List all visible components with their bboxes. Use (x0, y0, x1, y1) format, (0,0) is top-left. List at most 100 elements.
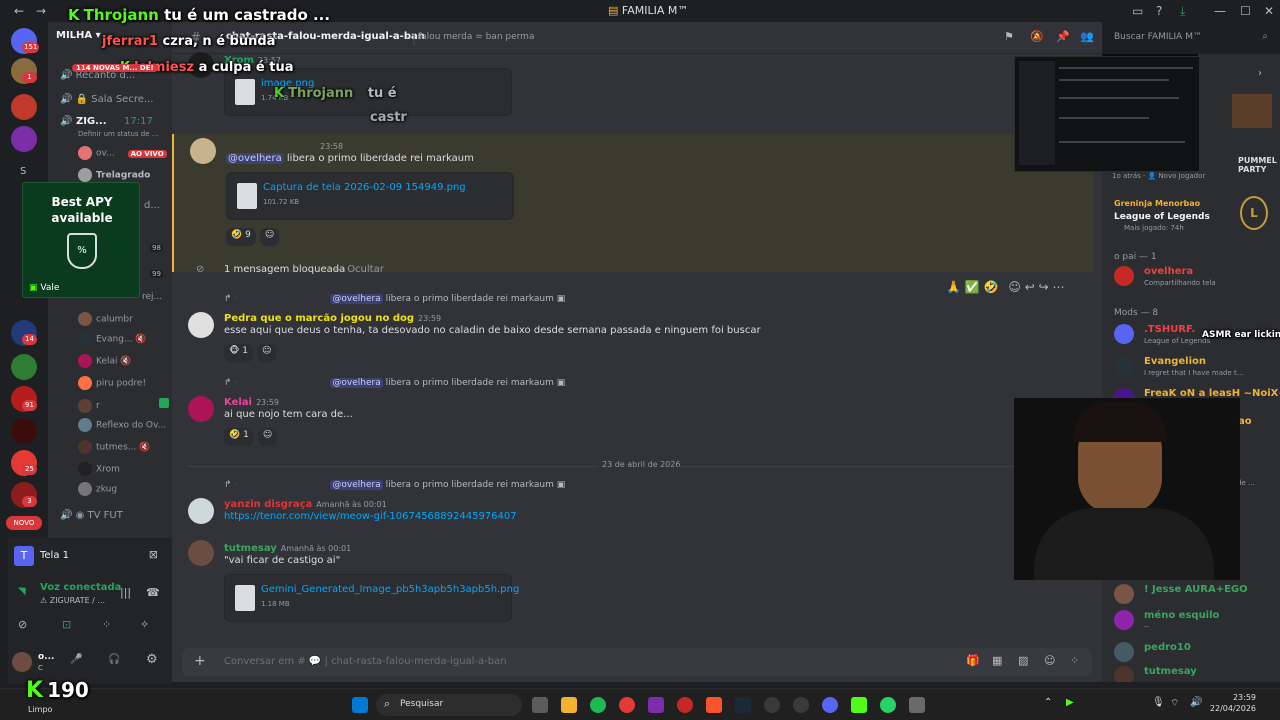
channel-topic[interactable]: falou merda = ban perma (418, 32, 534, 42)
search-bar[interactable]: Buscar FAMILIA M™ ⌕ (1108, 28, 1274, 48)
add-reaction-icon[interactable]: ☺ (259, 228, 280, 246)
voice-user-evangelion[interactable]: Evang... 🔇 (78, 332, 147, 352)
voice-user-r[interactable]: r (78, 398, 169, 418)
opera-icon[interactable] (677, 697, 693, 713)
app-icon[interactable] (648, 697, 664, 713)
soundboard-button-icon[interactable]: ✧ (140, 618, 168, 634)
reply-icon[interactable]: ↩ (1025, 280, 1035, 294)
apps-icon[interactable]: ⁘ (1070, 654, 1079, 667)
close-icon[interactable]: ✕ (1264, 4, 1274, 18)
camera-off-icon[interactable]: ⊘ (18, 618, 46, 634)
microphone-tray-icon[interactable]: 🎙 (1152, 697, 1165, 708)
new-messages-badge[interactable]: 114 NOVAS M... DE! (72, 64, 158, 72)
game-user[interactable]: Greninja Menorbao (1114, 199, 1200, 208)
voice-channel[interactable]: ⚠ ZIGURATE / ... (40, 596, 105, 605)
message-author[interactable]: yanzin disgraça (224, 499, 312, 510)
add-reaction-icon[interactable]: ☺ (257, 344, 277, 362)
pin-icon[interactable]: 📌 (1056, 30, 1070, 43)
app-icon[interactable] (909, 697, 925, 713)
voice-user-kelai[interactable]: Kelai 🔇 (78, 354, 132, 374)
file-attachment[interactable]: Captura de tela 2026-02-09 154949.png 101… (226, 172, 514, 220)
server-icon[interactable] (11, 94, 37, 120)
add-reaction-icon[interactable]: ☺ (1008, 280, 1021, 294)
reply-preview[interactable]: ↱ · @ovelhera libera o primo liberdade re… (224, 294, 565, 304)
stop-share-icon[interactable]: ⊠ (149, 548, 158, 561)
disconnect-icon[interactable]: ☎ (146, 586, 160, 599)
sticker-icon[interactable]: ▨ (1018, 654, 1028, 667)
user-avatar[interactable] (12, 652, 32, 672)
steam-icon[interactable] (735, 697, 751, 713)
chrome-icon[interactable] (619, 697, 635, 713)
app-icon[interactable] (793, 697, 809, 713)
avatar[interactable] (188, 312, 214, 338)
voice-user-reflexo[interactable]: Reflexo do Ov... (78, 418, 166, 438)
voice-user-piru[interactable]: piru podre! (78, 376, 146, 396)
notification-icon[interactable]: 🔕 (1030, 30, 1044, 43)
check-emoji-icon[interactable]: ✅ (965, 280, 980, 294)
share-screen-icon[interactable]: ⊡ (62, 618, 90, 634)
voice-user-xrom[interactable]: Xrom (78, 462, 120, 482)
file-name[interactable]: Gemini_Generated_Image_pb5h3apb5h3apb5h.… (261, 584, 519, 595)
maximize-icon[interactable]: ☐ (1240, 4, 1251, 18)
search-input[interactable]: Buscar FAMILIA M™ (1114, 32, 1202, 42)
discord-icon[interactable] (822, 697, 838, 713)
truncated-user[interactable]: rej... (142, 292, 162, 302)
tray-chevron-icon[interactable]: ⌃ (1044, 697, 1052, 708)
add-reaction-icon[interactable]: ☺ (257, 428, 278, 446)
gif-icon[interactable]: ▦ (992, 654, 1002, 667)
activities-icon[interactable]: ⁘ (102, 618, 130, 634)
file-explorer-icon[interactable] (561, 697, 577, 713)
channel-item-tv-fut[interactable]: 🔊 ◉ TV FUT (60, 510, 123, 528)
minimize-icon[interactable]: — (1214, 4, 1226, 18)
clock[interactable]: 23:59 22/04/2026 (1206, 692, 1256, 714)
members-icon[interactable]: 👥 (1080, 30, 1094, 43)
threads-icon[interactable]: ⚑ (1004, 30, 1014, 43)
soundboard-icon[interactable]: ||| (120, 586, 131, 599)
server-icon[interactable] (11, 418, 37, 444)
user-name[interactable]: o... (38, 652, 54, 662)
signal-icon[interactable]: ◥ (18, 586, 26, 597)
message-link[interactable]: https://tenor.com/view/meow-gif-10674568… (224, 511, 517, 522)
plus-icon[interactable]: + (194, 653, 206, 669)
message-composer[interactable]: + Conversar em # 💬 | chat-rasta-falou-me… (182, 648, 1092, 676)
forward-icon[interactable]: ↪ (1039, 280, 1049, 294)
weather-label[interactable]: Limpo (28, 705, 52, 714)
back-icon[interactable]: ← (14, 4, 24, 18)
file-attachment[interactable]: Gemini_Generated_Image_pb5h3apb5h3apb5h.… (224, 574, 519, 622)
message-author[interactable]: Pedra que o marcão jogou no dog (224, 313, 414, 324)
microphone-icon[interactable]: 🎤 (70, 654, 82, 665)
chevron-right-icon[interactable]: › (1258, 68, 1262, 79)
voice-user-ovelhera[interactable]: ov... AO VIVO (78, 146, 167, 166)
reaction[interactable]: 🐵 1 (224, 344, 254, 362)
server-letter[interactable]: S (20, 166, 26, 177)
avatar[interactable] (188, 396, 214, 422)
voice-user-calumbr[interactable]: calumbr (78, 312, 133, 332)
voice-user-zkug[interactable]: zkug (78, 482, 117, 502)
headset-icon[interactable]: 🎧 (108, 654, 120, 665)
app-icon[interactable] (764, 697, 780, 713)
avatar[interactable] (190, 138, 216, 164)
gift-icon[interactable]: 🎁 (966, 654, 980, 667)
tray-icon[interactable]: ▶ (1066, 697, 1074, 708)
voice-user-tutmesay[interactable]: tutmes... 🔇 (78, 440, 150, 460)
reaction[interactable]: 🤣 9 (226, 228, 256, 246)
download-icon[interactable]: ⤓ (1180, 4, 1185, 19)
avatar[interactable] (188, 540, 214, 566)
brave-icon[interactable] (706, 697, 722, 713)
file-name[interactable]: Captura de tela 2026-02-09 154949.png (263, 182, 466, 193)
task-view-icon[interactable] (532, 697, 548, 713)
truncated-channel[interactable]: d... (144, 200, 160, 211)
forward-icon[interactable]: → (36, 4, 46, 18)
avatar[interactable] (188, 498, 214, 524)
server-icon[interactable] (11, 126, 37, 152)
channel-item-sala-secreta[interactable]: 🔊 🔒 Sala Secre... (60, 94, 153, 112)
server-icon[interactable] (11, 354, 37, 380)
kick-icon[interactable] (851, 697, 867, 713)
voice-status[interactable]: Voz conectada (40, 582, 121, 593)
volume-icon[interactable]: 🔊 (1190, 697, 1202, 708)
reply-preview[interactable]: ↱ · @ovelhera libera o primo liberdade re… (224, 378, 565, 388)
spotify-icon[interactable] (590, 697, 606, 713)
more-icon[interactable]: ⋯ (1052, 280, 1064, 294)
windows-start-icon[interactable] (352, 697, 368, 713)
pray-emoji-icon[interactable]: 🙏 (946, 280, 961, 294)
